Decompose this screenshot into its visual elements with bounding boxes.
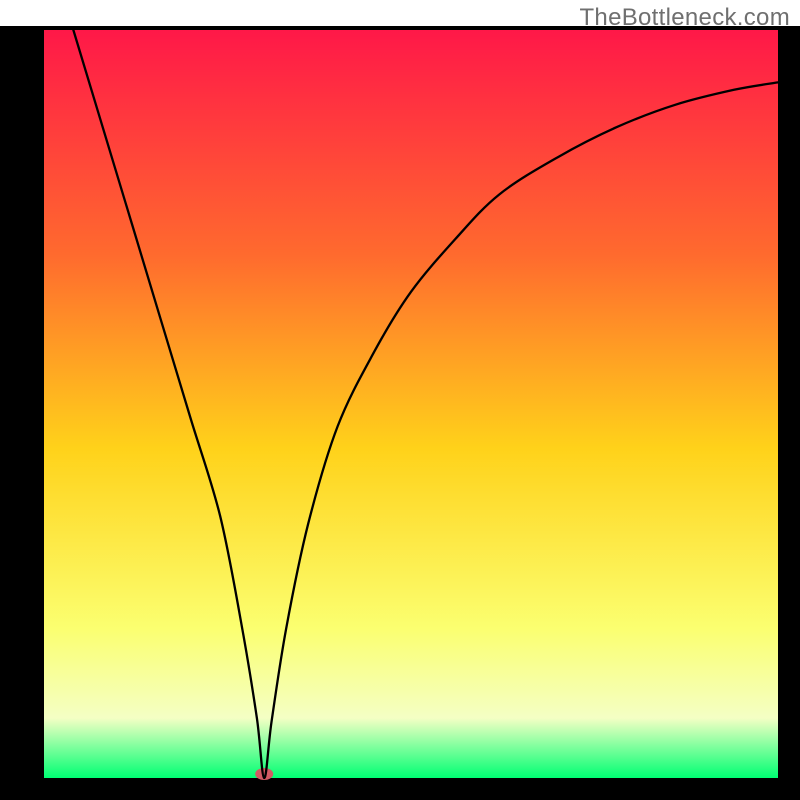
bottleneck-chart [0,0,800,800]
chart-frame: TheBottleneck.com [0,0,800,800]
watermark-label: TheBottleneck.com [579,4,790,32]
